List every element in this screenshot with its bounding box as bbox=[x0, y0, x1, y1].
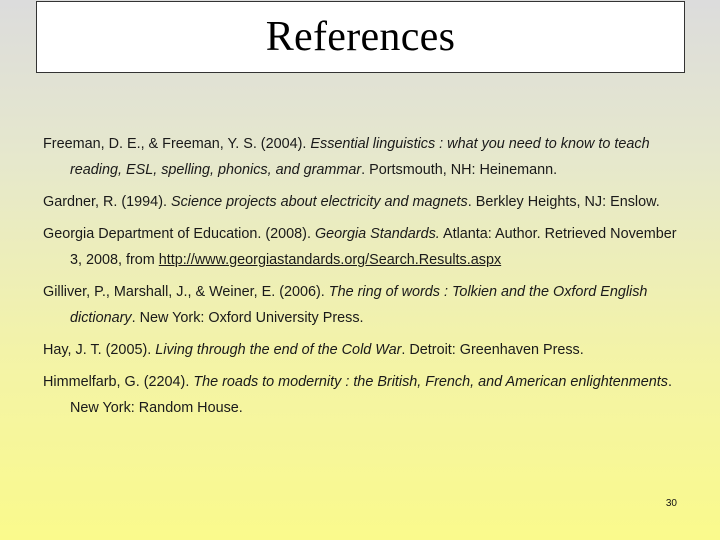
reference-list: Freeman, D. E., & Freeman, Y. S. (2004).… bbox=[43, 131, 683, 427]
reference-authors: Gilliver, P., Marshall, J., & Weiner, E.… bbox=[43, 284, 329, 300]
title-box: References bbox=[36, 1, 685, 73]
reference-publisher: . New York: Oxford University Press. bbox=[131, 310, 364, 326]
slide-title: References bbox=[265, 14, 456, 60]
reference-authors: Gardner, R. (1994). bbox=[43, 194, 171, 210]
reference-item-freeman: Freeman, D. E., & Freeman, Y. S. (2004).… bbox=[43, 131, 683, 183]
reference-publisher: . Berkley Heights, NJ: Enslow. bbox=[467, 194, 660, 210]
reference-item-georgia-doe: Georgia Department of Education. (2008).… bbox=[43, 221, 683, 273]
reference-item-gardner: Gardner, R. (1994). Science projects abo… bbox=[43, 189, 683, 215]
reference-title: Georgia Standards. bbox=[314, 226, 440, 242]
reference-link[interactable]: http://www.georgiastandards.org/Search.R… bbox=[159, 252, 501, 268]
reference-title: Living through the end of the Cold War bbox=[155, 342, 402, 358]
reference-authors: Georgia Department of Education. (2008). bbox=[43, 226, 315, 242]
page-number: 30 bbox=[665, 498, 677, 509]
reference-item-gilliver: Gilliver, P., Marshall, J., & Weiner, E.… bbox=[43, 279, 683, 331]
reference-authors: Hay, J. T. (2005). bbox=[43, 342, 156, 358]
reference-item-himmelfarb: Himmelfarb, G. (2204). The roads to mode… bbox=[43, 369, 683, 421]
reference-title: Science projects about electricity and m… bbox=[170, 194, 468, 210]
reference-publisher: . Portsmouth, NH: Heinemann. bbox=[361, 162, 558, 178]
reference-publisher: . Detroit: Greenhaven Press. bbox=[401, 342, 584, 358]
reference-item-hay: Hay, J. T. (2005). Living through the en… bbox=[43, 337, 683, 363]
reference-authors: Himmelfarb, G. (2204). bbox=[43, 374, 194, 390]
reference-authors: Freeman, D. E., & Freeman, Y. S. (2004). bbox=[43, 136, 311, 152]
reference-title: The roads to modernity : the British, Fr… bbox=[193, 374, 668, 390]
